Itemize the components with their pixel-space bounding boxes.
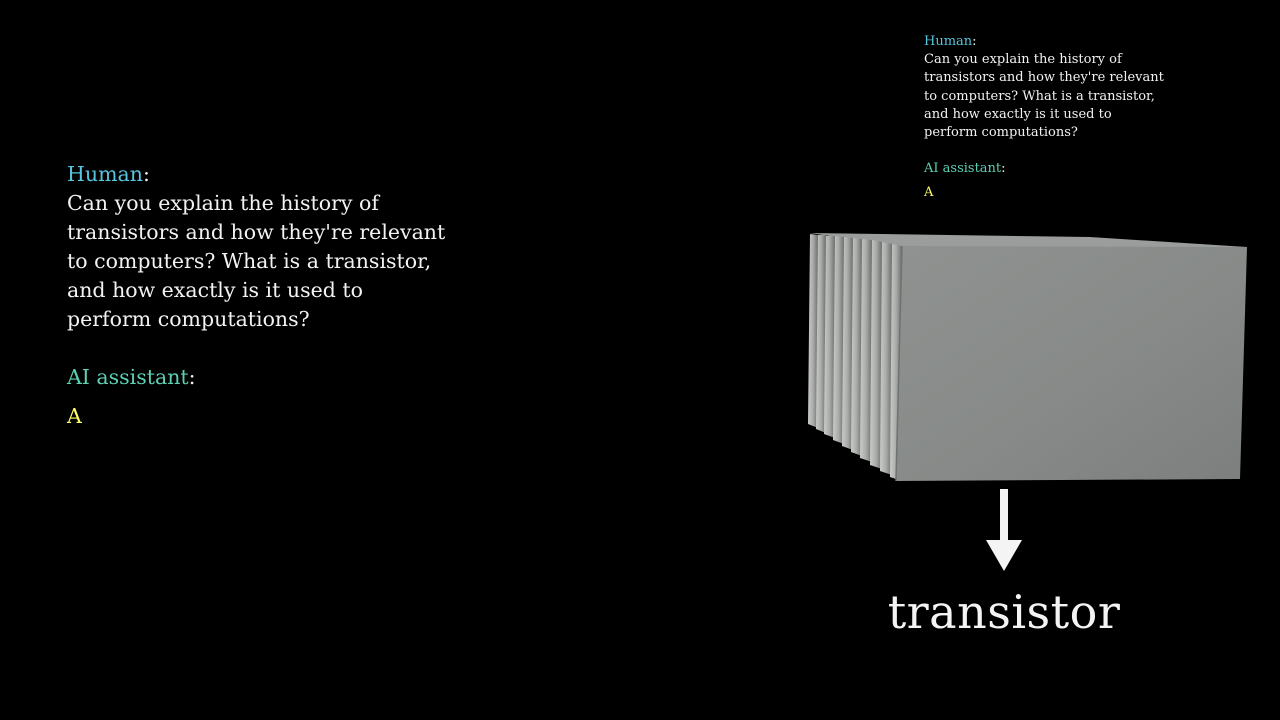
animation-frame: Human: Can you explain the history of tr… xyxy=(0,0,1280,720)
transistor-caption: transistor xyxy=(887,585,1121,639)
